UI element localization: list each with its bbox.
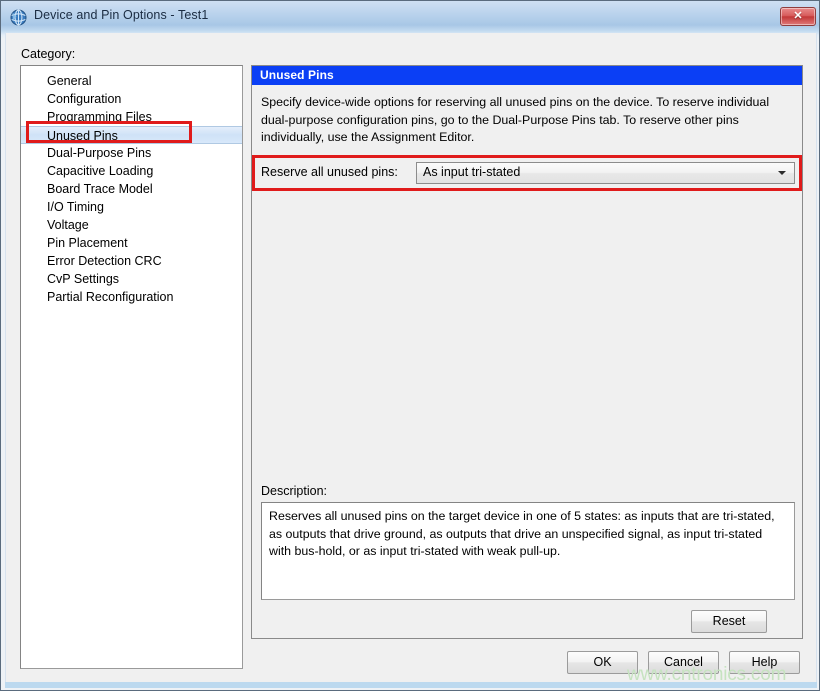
reserve-all-unused-pins-select[interactable]: As input tri-stated [416, 162, 795, 184]
sidebar-item-label: Configuration [47, 92, 121, 106]
description-box-text: Reserves all unused pins on the target d… [269, 508, 787, 561]
screenshot-root: Device and Pin Options - Test1 ✕ Categor… [0, 0, 820, 691]
sidebar-item-capacitive-loading[interactable]: Capacitive Loading [21, 162, 242, 180]
sidebar-item-dual-purpose-pins[interactable]: Dual-Purpose Pins [21, 144, 242, 162]
title-bar: Device and Pin Options - Test1 ✕ [1, 1, 820, 33]
sidebar-item-label: Dual-Purpose Pins [47, 146, 151, 160]
sidebar-item-label: CvP Settings [47, 272, 119, 286]
sidebar-item-label: I/O Timing [47, 200, 104, 214]
unused-pins-panel: Unused Pins Specify device-wide options … [251, 65, 803, 639]
ok-button[interactable]: OK [567, 651, 638, 674]
panel-description-text: Specify device-wide options for reservin… [261, 94, 793, 147]
sidebar-item-label: Board Trace Model [47, 182, 153, 196]
sidebar-item-partial-reconfiguration[interactable]: Partial Reconfiguration [21, 288, 242, 306]
sidebar-item-label: Error Detection CRC [47, 254, 162, 268]
reserve-all-unused-pins-label: Reserve all unused pins: [261, 165, 398, 179]
sidebar-item-cvp-settings[interactable]: CvP Settings [21, 270, 242, 288]
sidebar-item-unused-pins[interactable]: Unused Pins [21, 126, 242, 144]
sidebar-item-error-detection-crc[interactable]: Error Detection CRC [21, 252, 242, 270]
sidebar-item-label: Voltage [47, 218, 89, 232]
sidebar-item-programming-files[interactable]: Programming Files [21, 108, 242, 126]
description-group-label: Description: [261, 484, 327, 498]
sidebar-item-label: Programming Files [47, 110, 152, 124]
panel-header-title: Unused Pins [252, 66, 802, 85]
reserve-all-unused-pins-value: As input tri-stated [423, 165, 520, 179]
reserve-all-unused-pins-row: Reserve all unused pins: As input tri-st… [261, 162, 795, 184]
help-button[interactable]: Help [729, 651, 800, 674]
quartus-globe-icon [10, 9, 27, 26]
sidebar-item-label: General [47, 74, 91, 88]
device-and-pin-options-dialog: Device and Pin Options - Test1 ✕ Categor… [0, 0, 820, 691]
sidebar-item-label: Partial Reconfiguration [47, 290, 173, 304]
reset-button[interactable]: Reset [691, 610, 767, 633]
chevron-down-icon[interactable] [774, 165, 791, 181]
sidebar-item-label: Pin Placement [47, 236, 128, 250]
description-box: Reserves all unused pins on the target d… [261, 502, 795, 600]
sidebar-item-general[interactable]: General [21, 72, 242, 90]
sidebar-item-pin-placement[interactable]: Pin Placement [21, 234, 242, 252]
sidebar-item-voltage[interactable]: Voltage [21, 216, 242, 234]
sidebar-item-label: Unused Pins [47, 129, 118, 143]
sidebar-item-configuration[interactable]: Configuration [21, 90, 242, 108]
sidebar-item-label: Capacitive Loading [47, 164, 153, 178]
window-title: Device and Pin Options - Test1 [34, 8, 208, 22]
cancel-button[interactable]: Cancel [648, 651, 719, 674]
close-icon: ✕ [781, 8, 815, 25]
close-button[interactable]: ✕ [780, 7, 816, 26]
category-label: Category: [21, 47, 75, 61]
sidebar-item-i-o-timing[interactable]: I/O Timing [21, 198, 242, 216]
category-list[interactable]: General Configuration Programming Files Unu… [20, 65, 243, 669]
sidebar-item-board-trace-model[interactable]: Board Trace Model [21, 180, 242, 198]
footer-strip [5, 682, 817, 688]
